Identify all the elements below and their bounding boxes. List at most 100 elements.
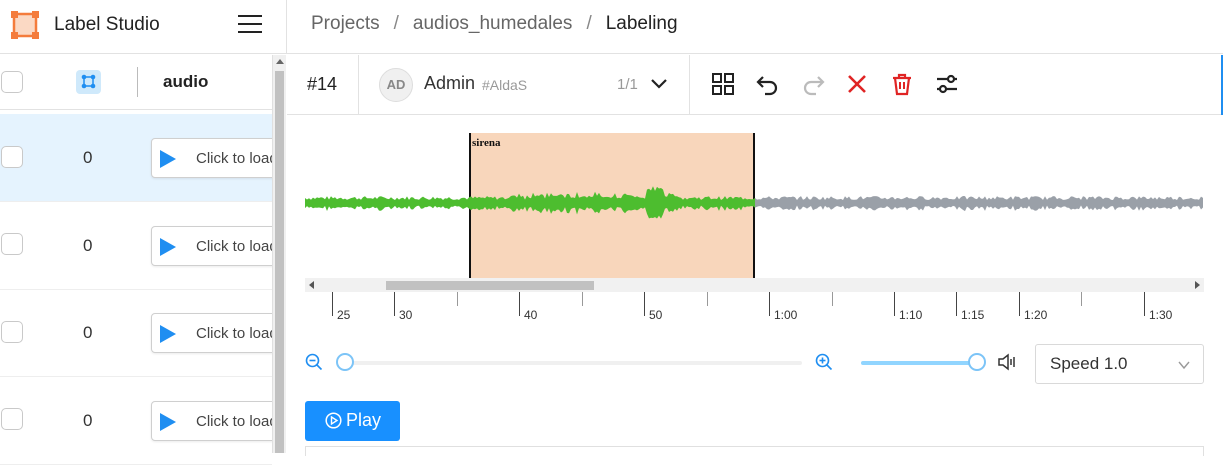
table-row[interactable]: 0 Click to load [0, 114, 272, 202]
chevron-down-icon[interactable] [649, 74, 669, 94]
timeline-label: 50 [649, 308, 663, 322]
timeline-minor-tick [832, 292, 833, 306]
timeline-tick [332, 292, 333, 316]
volume-slider-track[interactable] [861, 361, 977, 365]
table-row[interactable]: 0 Click to load [0, 202, 272, 290]
task-list-scrollbar[interactable] [272, 55, 286, 453]
audio-load-button[interactable]: Click to load [151, 313, 272, 353]
app-title: Label Studio [54, 14, 160, 35]
label-studio-logo-icon [11, 11, 39, 39]
chevron-down-icon [1178, 361, 1190, 370]
reject-icon[interactable] [844, 71, 870, 97]
volume-slider-handle[interactable] [968, 353, 986, 371]
scrollbar-thumb[interactable] [275, 71, 284, 453]
breadcrumb-separator: / [393, 13, 399, 34]
annotations-column-icon [76, 70, 101, 94]
zoom-out-icon[interactable] [305, 353, 323, 371]
annotation-count: 1/1 [617, 76, 638, 93]
annotation-count: 0 [83, 323, 93, 342]
audio-load-label: Click to load [196, 238, 272, 255]
timeline-label: 40 [524, 308, 538, 322]
timeline-label: 1:15 [961, 308, 985, 322]
undo-icon[interactable] [755, 71, 781, 97]
waveform-played [305, 186, 755, 219]
table-row[interactable]: 0 Click to load [0, 289, 272, 377]
play-icon [160, 150, 176, 168]
timeline-minor-tick [582, 292, 583, 306]
timeline-tick [894, 292, 895, 316]
timeline-minor-tick [457, 292, 458, 306]
timeline-tick [1144, 292, 1145, 316]
labeling-area: #14 AD Admin #AldaS 1/1 sirena 25 30 40 … [287, 55, 1223, 456]
breadcrumb-separator: / [586, 13, 592, 34]
breadcrumb-current: Labeling [605, 13, 678, 34]
timeline-tick [644, 292, 645, 316]
row-checkbox[interactable] [1, 233, 23, 255]
volume-icon[interactable] [997, 353, 1017, 371]
column-divider [137, 67, 138, 97]
play-icon [160, 325, 176, 343]
zoom-slider-track[interactable] [345, 361, 802, 365]
audio-controls: Speed 1.0 [305, 344, 1204, 385]
annotation-count: 0 [83, 148, 93, 167]
annotator-name: Admin [424, 73, 476, 93]
waveform-unplayed [755, 196, 1203, 212]
table-row[interactable]: 0 Click to load [0, 377, 272, 465]
play-circle-icon [325, 412, 342, 429]
timeline-tick [1019, 292, 1020, 316]
timeline-label: 1:10 [899, 308, 923, 322]
task-list-header: audio [0, 55, 272, 110]
breadcrumb-projects[interactable]: Projects [311, 13, 380, 34]
annotation-toolbar: #14 AD Admin #AldaS 1/1 [287, 55, 1223, 115]
audio-column-header[interactable]: audio [163, 72, 208, 92]
row-checkbox[interactable] [1, 146, 23, 168]
delete-icon[interactable] [889, 71, 915, 97]
timeline-tick [769, 292, 770, 316]
grid-icon[interactable] [710, 71, 736, 97]
toolbar-divider [689, 55, 690, 115]
audio-load-button[interactable]: Click to load [151, 401, 272, 441]
scroll-left-arrow-icon[interactable] [309, 281, 314, 289]
play-icon [160, 238, 176, 256]
play-label: Play [346, 410, 382, 430]
audio-load-button[interactable]: Click to load [151, 226, 272, 266]
top-bar: Label Studio Projects / audios_humedales / L… [0, 0, 1223, 54]
audio-load-button[interactable]: Click to load [151, 138, 272, 178]
timeline-tick [956, 292, 957, 316]
row-checkbox[interactable] [1, 321, 23, 343]
select-all-checkbox[interactable] [1, 71, 23, 93]
speed-select[interactable]: Speed 1.0 [1035, 344, 1204, 384]
waveform-scrollbar[interactable] [305, 278, 1204, 292]
toolbar-divider [358, 55, 359, 115]
scroll-up-arrow-icon[interactable] [276, 59, 284, 64]
audio-load-label: Click to load [196, 150, 272, 167]
zoom-slider-handle[interactable] [336, 353, 354, 371]
task-list-panel: audio 0 Click to load 0 Click to load 0 … [0, 55, 286, 465]
play-button[interactable]: Play [305, 401, 400, 441]
speed-value: Speed 1.0 [1050, 354, 1128, 373]
waveform[interactable]: sirena [305, 133, 1204, 278]
annotation-count: 0 [83, 236, 93, 255]
scroll-right-arrow-icon[interactable] [1195, 281, 1200, 289]
breadcrumb-project[interactable]: audios_humedales [413, 13, 573, 34]
waveform-graph[interactable] [305, 133, 1204, 278]
settings-icon[interactable] [934, 71, 960, 97]
timeline-minor-tick [1081, 292, 1082, 306]
timeline-label: 30 [399, 308, 413, 322]
timeline-tick [394, 292, 395, 316]
breadcrumb: Projects / audios_humedales / Labeling [311, 13, 678, 35]
timeline-minor-tick [707, 292, 708, 306]
menu-icon[interactable] [238, 15, 262, 35]
annotation-id: #AldaS [482, 77, 528, 93]
zoom-in-icon[interactable] [815, 353, 833, 371]
redo-icon[interactable] [800, 71, 826, 97]
row-checkbox[interactable] [1, 408, 23, 430]
timeline-label: 1:30 [1149, 308, 1173, 322]
timeline-tick [519, 292, 520, 316]
audio-load-label: Click to load [196, 413, 272, 430]
brand-area: Label Studio [0, 0, 287, 54]
scrollbar-thumb[interactable] [386, 281, 594, 290]
annotation-count: 0 [83, 411, 93, 430]
avatar: AD [379, 68, 413, 102]
timeline-label: 25 [337, 308, 351, 322]
